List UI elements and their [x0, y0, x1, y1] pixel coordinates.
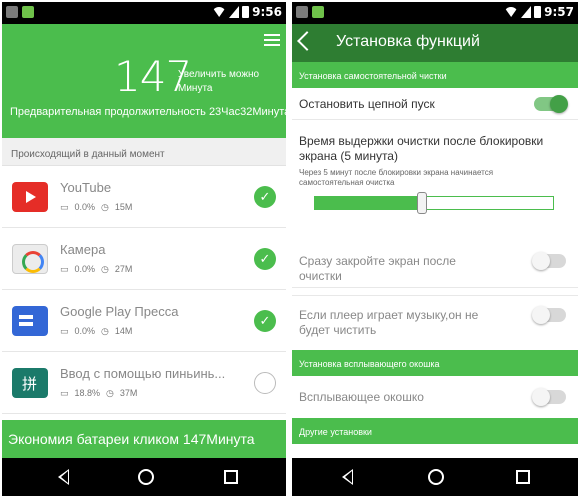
navigation-bar [2, 458, 286, 496]
unchecked-circle-icon[interactable]: ✓ [254, 372, 276, 394]
signal-icon [229, 6, 240, 18]
memory-icon: ◷ [101, 326, 109, 336]
camera-icon [12, 244, 48, 274]
app-cpu: 0.0% [74, 202, 96, 212]
app-row[interactable]: YouTube ▭ 0.0% ◷ 15M ✓ [2, 166, 286, 228]
group-header-other: Другие установки [292, 418, 578, 444]
battery-icon [242, 6, 250, 18]
signal-icon [521, 6, 532, 18]
memory-icon: ◷ [101, 264, 109, 274]
status-bar: 9:57 [292, 2, 578, 24]
status-bar: 9:56 [2, 2, 286, 24]
group-header-popup: Установка всплывающего окошка [292, 350, 578, 376]
home-icon[interactable] [428, 469, 444, 485]
app-name: YouTube [60, 180, 112, 195]
setting-stop-chain[interactable]: Остановить цепной пуск [292, 88, 578, 120]
stop-chain-toggle[interactable] [534, 95, 568, 113]
cpu-icon: ▭ [60, 326, 69, 336]
music-toggle[interactable] [532, 306, 566, 324]
check-icon[interactable]: ✓ [254, 310, 276, 332]
back-icon[interactable] [58, 469, 69, 485]
app-name: Камера [60, 242, 106, 257]
setting-label: Остановить цепной пуск [299, 97, 435, 111]
recent-apps-icon[interactable] [516, 470, 530, 484]
settings-screen: 9:57 Установка функций Установка самосто… [292, 2, 578, 496]
cpu-icon: ▭ [60, 202, 69, 212]
setting-close-screen[interactable]: Сразу закройте экран после очистки [292, 246, 578, 296]
gallery-notification-icon [296, 6, 308, 18]
app-cpu: 0.0% [74, 326, 96, 336]
menu-icon[interactable] [264, 34, 280, 46]
setting-popup[interactable]: Всплывающее окошко [292, 376, 578, 416]
setting-music[interactable]: Если плеер играет музыку,он не будет чис… [292, 298, 578, 350]
app-cpu: 0.0% [74, 264, 96, 274]
back-icon[interactable] [342, 469, 353, 485]
setting-note: Через 5 минут после блокировки экрана на… [299, 168, 494, 187]
app-bar: Установка функций [292, 24, 578, 62]
check-icon[interactable]: ✓ [254, 248, 276, 270]
slider-fill [315, 197, 423, 209]
app-mem: 27M [114, 264, 133, 274]
check-icon[interactable]: ✓ [254, 186, 276, 208]
battery-icon [534, 6, 542, 18]
slider-thumb[interactable] [417, 192, 428, 214]
group-header-self-clean: Установка самостоятельной чистки [292, 62, 578, 88]
home-icon[interactable] [138, 469, 154, 485]
app-row[interactable]: Google Play Пресса ▭ 0.0% ◷ 14M ✓ [2, 290, 286, 352]
setting-label: Если плеер играет музыку,он не будет чис… [299, 308, 479, 337]
page-title: Установка функций [336, 33, 480, 50]
app-row[interactable]: Ввод с помощью пиньинь... ▭ 18.8% ◷ 37M ✓ [2, 352, 286, 414]
one-click-save-button[interactable]: Экономия батареи кликом 147Минута [2, 420, 286, 458]
increase-label: Увеличить можно Минута [178, 69, 260, 94]
app-name: Ввод с помощью пиньинь... [60, 366, 226, 381]
recent-apps-icon[interactable] [224, 470, 238, 484]
newsstand-icon [12, 306, 48, 336]
app-notification-icon [22, 6, 34, 18]
setting-label: Сразу закройте экран после очистки [299, 254, 456, 283]
delay-slider[interactable] [314, 192, 554, 214]
battery-saver-screen: 9:56 147 Увеличить можно Минута Предвари… [2, 2, 286, 496]
close-screen-toggle[interactable] [532, 252, 566, 270]
clock: 9:57 [544, 5, 574, 19]
back-arrow-icon[interactable] [297, 31, 317, 51]
app-notification-icon [312, 6, 324, 18]
cpu-icon: ▭ [60, 388, 69, 398]
gallery-notification-icon [6, 6, 18, 18]
cpu-icon: ▭ [60, 264, 69, 274]
pinyin-keyboard-icon [12, 368, 48, 398]
memory-icon: ◷ [106, 388, 114, 398]
wifi-icon [504, 7, 519, 17]
app-name: Google Play Пресса [60, 304, 179, 319]
youtube-icon [12, 182, 48, 212]
setting-label: Всплывающее окошко [299, 390, 424, 404]
popup-toggle[interactable] [532, 388, 566, 406]
app-row[interactable]: Камера ▭ 0.0% ◷ 27M ✓ [2, 228, 286, 290]
setting-label: Время выдержки очистки после блокировки … [299, 134, 544, 163]
memory-icon: ◷ [101, 202, 109, 212]
navigation-bar [292, 458, 578, 496]
app-mem: 15M [114, 202, 133, 212]
running-apps-header: Происходящий в данный момент [2, 138, 286, 166]
app-mem: 37M [119, 388, 138, 398]
app-cpu: 18.8% [74, 388, 101, 398]
app-mem: 14M [114, 326, 133, 336]
wifi-icon [212, 7, 227, 17]
battery-summary-header: 147 Увеличить можно Минута Предварительн… [2, 24, 286, 138]
clock: 9:56 [252, 5, 282, 19]
running-apps-list: YouTube ▭ 0.0% ◷ 15M ✓ Камера ▭ 0.0% ◷ 27M ✓… [2, 166, 286, 414]
pre-duration: Предварительная продолжительность 23Час3… [10, 106, 286, 118]
